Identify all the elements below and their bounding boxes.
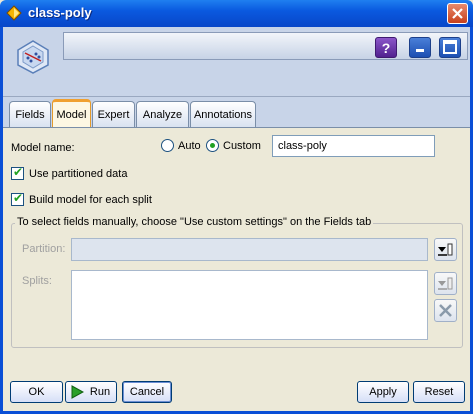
run-button[interactable]: Run xyxy=(65,381,117,403)
tab-annotations[interactable]: Annotations xyxy=(190,101,256,127)
auto-radio-label: Auto xyxy=(178,140,201,152)
tab-label: Model xyxy=(56,109,87,121)
run-button-label: Run xyxy=(89,386,111,398)
partition-label: Partition: xyxy=(22,243,66,255)
tab-label: Fields xyxy=(15,109,45,121)
close-icon xyxy=(452,8,463,19)
delete-x-icon xyxy=(439,304,452,317)
ok-button[interactable]: OK xyxy=(10,381,63,403)
splits-label: Splits: xyxy=(22,275,52,287)
splits-list[interactable] xyxy=(71,270,428,340)
minimize-button[interactable] xyxy=(409,37,431,58)
field-picker-icon xyxy=(438,277,453,290)
custom-radio[interactable] xyxy=(206,139,219,152)
run-play-icon xyxy=(71,385,84,399)
button-bar: OK Run Cancel Apply Reset xyxy=(3,364,470,411)
reset-button[interactable]: Reset xyxy=(413,381,465,403)
model-node-icon xyxy=(17,40,49,74)
maximize-icon xyxy=(443,40,457,54)
diamond-app-icon xyxy=(6,5,22,21)
partition-field[interactable] xyxy=(71,238,428,261)
tab-strip: Fields Model Expert Analyze Annotations xyxy=(3,97,470,127)
tab-analyze[interactable]: Analyze xyxy=(136,101,189,127)
use-partitioned-checkbox[interactable] xyxy=(11,165,24,180)
node-header: ? xyxy=(3,27,470,97)
fields-group-legend: To select fields manually, choose "Use c… xyxy=(15,216,374,228)
tab-label: Analyze xyxy=(142,109,183,121)
header-toolbar: ? xyxy=(63,32,468,60)
field-picker-icon xyxy=(438,243,453,256)
window-title: class-poly xyxy=(28,5,92,20)
splits-picker-button[interactable] xyxy=(434,272,457,295)
auto-radio[interactable] xyxy=(161,139,174,152)
custom-radio-label: Custom xyxy=(223,140,261,152)
close-window-button[interactable] xyxy=(447,3,468,24)
build-each-split-checkbox[interactable] xyxy=(11,191,24,206)
model-name-input[interactable]: class-poly xyxy=(272,135,435,157)
tab-label: Expert xyxy=(97,109,130,121)
fields-group-box: To select fields manually, choose "Use c… xyxy=(11,216,463,348)
title-bar: class-poly xyxy=(0,0,473,27)
model-tab-panel: Model name: Auto Custom class-poly Use p… xyxy=(3,127,470,364)
svg-text:?: ? xyxy=(382,40,391,56)
tab-expert[interactable]: Expert xyxy=(92,101,135,127)
build-each-split-label: Build model for each split xyxy=(29,194,152,206)
help-icon: ? xyxy=(382,40,391,56)
help-button[interactable]: ? xyxy=(375,37,397,58)
tab-fields[interactable]: Fields xyxy=(9,101,51,127)
use-partitioned-label: Use partitioned data xyxy=(29,168,128,180)
model-name-label: Model name: xyxy=(11,142,75,154)
partition-picker-button[interactable] xyxy=(434,238,457,261)
minimize-icon xyxy=(416,49,424,52)
remove-split-button[interactable] xyxy=(434,299,457,322)
apply-button[interactable]: Apply xyxy=(357,381,409,403)
tab-label: Annotations xyxy=(193,109,253,121)
maximize-button[interactable] xyxy=(439,37,461,58)
tab-model[interactable]: Model xyxy=(52,99,91,127)
cancel-button[interactable]: Cancel xyxy=(122,381,172,403)
